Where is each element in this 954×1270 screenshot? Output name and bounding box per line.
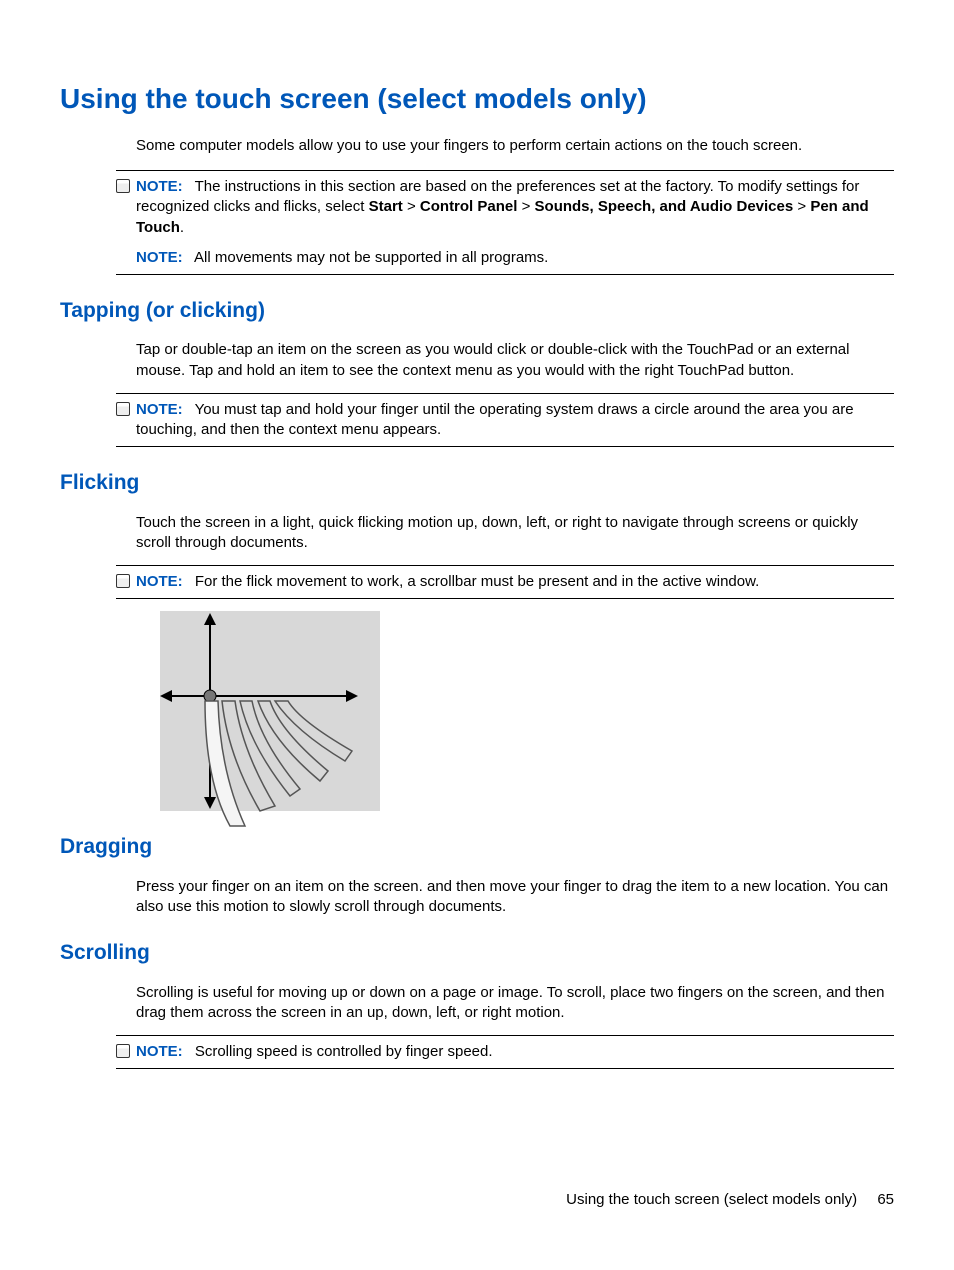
path-sounds: Sounds, Speech, and Audio Devices [535,198,794,215]
page-footer: Using the touch screen (select models on… [566,1190,894,1210]
scrolling-text: Scrolling is useful for moving up or dow… [136,983,894,1024]
note-text: Scrolling speed is controlled by finger … [195,1043,493,1060]
dragging-text: Press your finger on an item on the scre… [136,877,894,918]
note-label: NOTE: [136,573,183,590]
note-flick-scrollbar: NOTE: For the flick movement to work, a … [116,565,894,599]
heading-flicking: Flicking [60,469,894,497]
note-label: NOTE: [136,249,183,266]
page-title: Using the touch screen (select models on… [60,80,894,118]
heading-dragging: Dragging [60,833,894,861]
note-tap-hold: NOTE: You must tap and hold your finger … [116,393,894,448]
note-label: NOTE: [136,1043,183,1060]
path-start: Start [369,198,403,215]
heading-tapping: Tapping (or clicking) [60,297,894,325]
note-label: NOTE: [136,178,183,195]
tapping-text: Tap or double-tap an item on the screen … [136,340,894,381]
note-scroll-speed: NOTE: Scrolling speed is controlled by f… [116,1035,894,1069]
path-control-panel: Control Panel [420,198,518,215]
note-label: NOTE: [136,401,183,418]
intro-text: Some computer models allow you to use yo… [136,136,894,156]
heading-scrolling: Scrolling [60,939,894,967]
page-number: 65 [877,1191,894,1208]
flicking-text: Touch the screen in a light, quick flick… [136,513,894,554]
footer-title: Using the touch screen (select models on… [566,1191,857,1208]
note-text: For the flick movement to work, a scroll… [195,573,759,590]
note-text: All movements may not be supported in al… [194,249,548,266]
flick-illustration [160,611,380,811]
note-factory-preferences: NOTE: The instructions in this section a… [116,170,894,275]
note-text: You must tap and hold your finger until … [136,401,854,438]
